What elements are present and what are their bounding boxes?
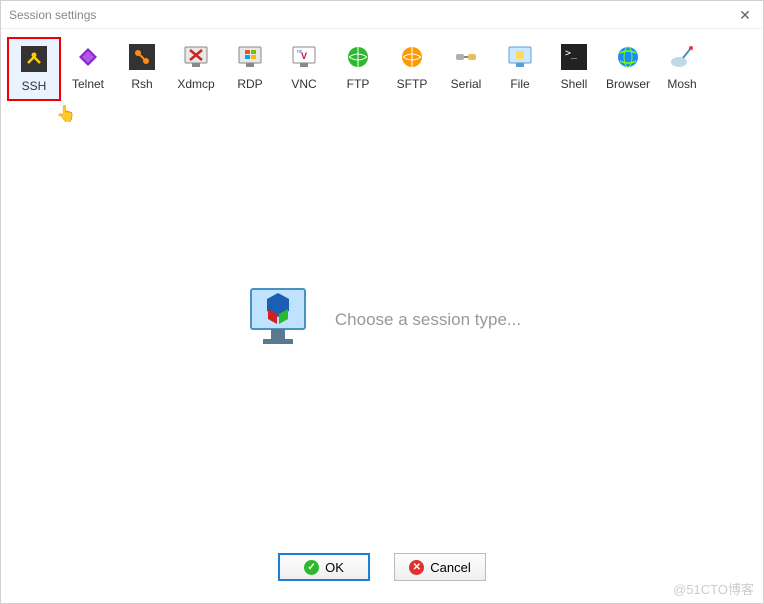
cancel-icon: ✕ xyxy=(409,560,424,575)
rdp-icon xyxy=(236,43,264,71)
close-icon: ✕ xyxy=(739,7,751,24)
session-type-xdmcp[interactable]: Xdmcp xyxy=(169,37,223,101)
session-type-rdp[interactable]: RDP xyxy=(223,37,277,101)
hint-text: Choose a session type... xyxy=(335,310,521,330)
session-type-file[interactable]: File xyxy=(493,37,547,101)
ssh-icon xyxy=(20,45,48,73)
session-type-rsh[interactable]: Rsh xyxy=(115,37,169,101)
session-big-icon xyxy=(243,283,313,358)
session-type-label: Mosh xyxy=(667,77,696,91)
rsh-icon xyxy=(128,43,156,71)
cancel-button[interactable]: ✕ Cancel xyxy=(394,553,486,581)
shell-icon: >_ xyxy=(560,43,588,71)
session-type-label: Rsh xyxy=(131,77,152,91)
session-type-label: File xyxy=(510,77,529,91)
titlebar: Session settings ✕ xyxy=(1,1,763,29)
session-type-label: Browser xyxy=(606,77,650,91)
session-settings-window: Session settings ✕ SSH Telnet Rsh Xdmcp … xyxy=(0,0,764,604)
session-type-vnc[interactable]: Vnc VNC xyxy=(277,37,331,101)
svg-text:>_: >_ xyxy=(565,48,578,59)
mosh-icon xyxy=(668,43,696,71)
ok-button[interactable]: ✓ OK xyxy=(278,553,370,581)
session-type-serial[interactable]: Serial xyxy=(439,37,493,101)
session-type-browser[interactable]: Browser xyxy=(601,37,655,101)
session-type-ssh[interactable]: SSH xyxy=(7,37,61,101)
session-type-label: RDP xyxy=(237,77,262,91)
session-type-label: SSH xyxy=(22,79,47,93)
cancel-label: Cancel xyxy=(430,560,470,575)
session-type-label: Serial xyxy=(451,77,482,91)
session-type-label: SFTP xyxy=(397,77,428,91)
watermark: @51CTO博客 xyxy=(673,579,754,598)
content-area: Choose a session type... xyxy=(1,101,763,539)
vnc-icon: Vnc xyxy=(290,43,318,71)
telnet-icon xyxy=(74,43,102,71)
session-type-mosh[interactable]: Mosh xyxy=(655,37,709,101)
session-type-label: VNC xyxy=(291,77,316,91)
session-type-label: Shell xyxy=(561,77,588,91)
session-type-label: Xdmcp xyxy=(177,77,214,91)
dialog-buttons: ✓ OK ✕ Cancel xyxy=(1,539,763,603)
sftp-icon xyxy=(398,43,426,71)
file-icon xyxy=(506,43,534,71)
session-type-ftp[interactable]: FTP xyxy=(331,37,385,101)
session-type-sftp[interactable]: SFTP xyxy=(385,37,439,101)
serial-icon xyxy=(452,43,480,71)
session-type-label: Telnet xyxy=(72,77,104,91)
window-title: Session settings xyxy=(9,8,96,22)
session-type-telnet[interactable]: Telnet xyxy=(61,37,115,101)
svg-text:nc: nc xyxy=(297,49,303,55)
xdmcp-icon xyxy=(182,43,210,71)
ftp-icon xyxy=(344,43,372,71)
session-type-label: FTP xyxy=(347,77,370,91)
session-type-shell[interactable]: >_ Shell xyxy=(547,37,601,101)
close-button[interactable]: ✕ xyxy=(733,5,757,25)
check-icon: ✓ xyxy=(304,560,319,575)
browser-icon xyxy=(614,43,642,71)
ok-label: OK xyxy=(325,560,344,575)
session-type-toolbar: SSH Telnet Rsh Xdmcp RDP Vnc VNC FTP SFT xyxy=(1,29,763,101)
